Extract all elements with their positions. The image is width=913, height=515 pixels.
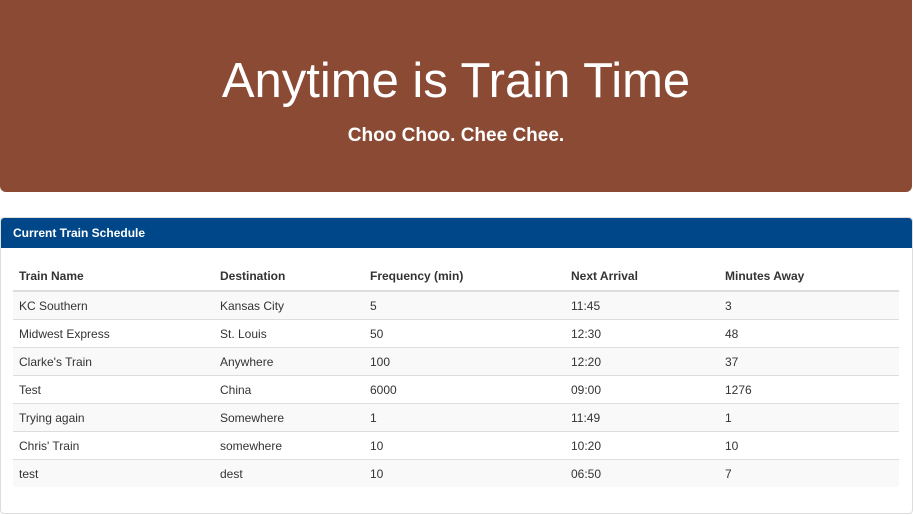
train-name-cell: Test — [13, 375, 214, 404]
panel-body: Train Name Destination Frequency (min) N… — [1, 248, 912, 487]
minutes-away-cell: 7 — [719, 459, 899, 487]
frequency-cell: 6000 — [364, 375, 565, 404]
table-row: test dest 10 06:50 7 — [13, 459, 899, 487]
schedule-panel: Current Train Schedule Train Name Destin… — [0, 217, 913, 514]
minutes-away-cell: 48 — [719, 319, 899, 348]
table-row: Trying again Somewhere 1 11:49 1 — [13, 403, 899, 432]
frequency-cell: 5 — [364, 290, 565, 320]
train-name-cell: Trying again — [13, 403, 214, 432]
destination-cell: St. Louis — [214, 319, 364, 348]
next-arrival-cell: 12:30 — [565, 319, 719, 348]
destination-cell: Somewhere — [214, 403, 364, 432]
destination-cell: dest — [214, 459, 364, 487]
train-name-cell: test — [13, 459, 214, 487]
next-arrival-cell: 11:49 — [565, 403, 719, 432]
minutes-away-cell: 1276 — [719, 375, 899, 404]
page-subtitle: Choo Choo. Chee Chee. — [347, 125, 565, 146]
column-header-next-arrival: Next Arrival — [565, 262, 719, 292]
frequency-cell: 1 — [364, 403, 565, 432]
destination-cell: Kansas City — [214, 290, 364, 320]
table-body: KC Southern Kansas City 5 11:45 3 Midwes… — [13, 290, 899, 487]
next-arrival-cell: 11:45 — [565, 290, 719, 320]
table-row: Test China 6000 09:00 1276 — [13, 375, 899, 404]
destination-cell: China — [214, 375, 364, 404]
minutes-away-cell: 1 — [719, 403, 899, 432]
train-name-cell: Clarke's Train — [13, 347, 214, 376]
table-row: Chris' Train somewhere 10 10:20 10 — [13, 431, 899, 460]
column-header-train-name: Train Name — [13, 262, 214, 292]
destination-cell: Anywhere — [214, 347, 364, 376]
table-row: KC Southern Kansas City 5 11:45 3 — [13, 290, 899, 320]
table-row: Clarke's Train Anywhere 100 12:20 37 — [13, 347, 899, 376]
frequency-cell: 10 — [364, 431, 565, 460]
frequency-cell: 100 — [364, 347, 565, 376]
next-arrival-cell: 06:50 — [565, 459, 719, 487]
column-header-minutes-away: Minutes Away — [719, 262, 899, 292]
page-title: Anytime is Train Time — [221, 54, 691, 108]
frequency-cell: 10 — [364, 459, 565, 487]
table-header: Train Name Destination Frequency (min) N… — [13, 262, 899, 292]
jumbotron: Anytime is Train Time Choo Choo. Chee Ch… — [0, 0, 912, 192]
next-arrival-cell: 09:00 — [565, 375, 719, 404]
train-schedule-table: Train Name Destination Frequency (min) N… — [13, 262, 899, 487]
train-name-cell: Midwest Express — [13, 319, 214, 348]
minutes-away-cell: 3 — [719, 290, 899, 320]
frequency-cell: 50 — [364, 319, 565, 348]
table-row: Midwest Express St. Louis 50 12:30 48 — [13, 319, 899, 348]
column-header-destination: Destination — [214, 262, 364, 292]
next-arrival-cell: 10:20 — [565, 431, 719, 460]
minutes-away-cell: 10 — [719, 431, 899, 460]
next-arrival-cell: 12:20 — [565, 347, 719, 376]
destination-cell: somewhere — [214, 431, 364, 460]
column-header-frequency: Frequency (min) — [364, 262, 565, 292]
panel-heading: Current Train Schedule — [1, 218, 912, 248]
train-name-cell: Chris' Train — [13, 431, 214, 460]
minutes-away-cell: 37 — [719, 347, 899, 376]
table-header-row: Train Name Destination Frequency (min) N… — [13, 262, 899, 292]
train-name-cell: KC Southern — [13, 290, 214, 320]
